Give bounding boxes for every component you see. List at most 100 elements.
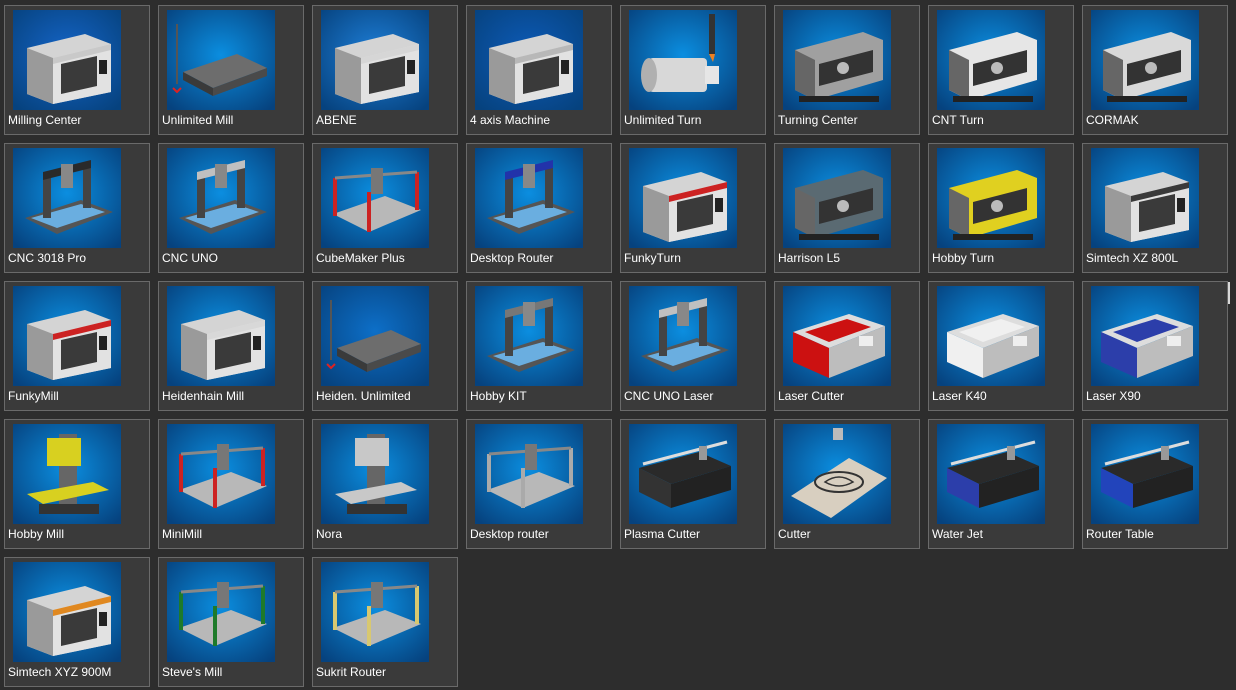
machine-label: Heiden. Unlimited	[316, 389, 411, 403]
plasma-cutter-icon	[629, 424, 737, 524]
machine-label: Desktop router	[470, 527, 549, 541]
machine-tile[interactable]: Desktop router	[466, 419, 612, 549]
machine-label: Turning Center	[778, 113, 858, 127]
machine-tile[interactable]: CNC UNO Laser	[620, 281, 766, 411]
machine-tile[interactable]: Laser X90	[1082, 281, 1228, 411]
machine-label: CubeMaker Plus	[316, 251, 405, 265]
machine-tile[interactable]: Harrison L5	[774, 143, 920, 273]
machine-tile[interactable]: Hobby Mill	[4, 419, 150, 549]
machine-label: FunkyTurn	[624, 251, 681, 265]
funkyturn-icon	[629, 148, 737, 248]
cubemaker-plus-icon	[321, 148, 429, 248]
machine-label: Laser K40	[932, 389, 987, 403]
laser-x90-icon	[1091, 286, 1199, 386]
machine-tile[interactable]: Heiden. Unlimited	[312, 281, 458, 411]
cnc-3018-pro-icon	[13, 148, 121, 248]
hobby-turn-icon	[937, 148, 1045, 248]
machine-grid: Milling Center Unlimited Mill ABENE 4 ax…	[4, 5, 1228, 687]
turning-center-icon	[783, 10, 891, 110]
machine-label: CNT Turn	[932, 113, 984, 127]
machine-label: Desktop Router	[470, 251, 554, 265]
machine-tile[interactable]: MiniMill	[158, 419, 304, 549]
machine-label: Nora	[316, 527, 343, 541]
machine-tile[interactable]: Turning Center	[774, 5, 920, 135]
sukrit-router-icon	[321, 562, 429, 662]
machine-tile[interactable]: Steve's Mill	[158, 557, 304, 687]
machine-label: CNC UNO	[162, 251, 218, 265]
cnc-uno-laser-icon	[629, 286, 737, 386]
machine-tile[interactable]: CNC 3018 Pro	[4, 143, 150, 273]
machine-label: CNC UNO Laser	[624, 389, 714, 403]
water-jet-icon	[937, 424, 1045, 524]
desktop-router-2-icon	[475, 424, 583, 524]
machine-tile[interactable]: Hobby KIT	[466, 281, 612, 411]
machine-tile[interactable]: CORMAK	[1082, 5, 1228, 135]
machine-tile[interactable]: Laser Cutter	[774, 281, 920, 411]
hobby-kit-icon	[475, 286, 583, 386]
machine-label: Water Jet	[932, 527, 983, 541]
machine-label: 4 axis Machine	[470, 113, 551, 127]
unlimited-turn-icon	[629, 10, 737, 110]
machine-tile[interactable]: Cutter	[774, 419, 920, 549]
simtech-xyz-900m-icon	[13, 562, 121, 662]
simtech-xz-800l-icon	[1091, 148, 1199, 248]
machine-tile[interactable]: CNC UNO	[158, 143, 304, 273]
unlimited-mill-icon	[167, 10, 275, 110]
machine-tile[interactable]: 4 axis Machine	[466, 5, 612, 135]
machine-label: Hobby Mill	[8, 527, 65, 541]
machine-tile[interactable]: CNT Turn	[928, 5, 1074, 135]
machine-label: Cutter	[778, 527, 811, 541]
cormak-icon	[1091, 10, 1199, 110]
hobby-mill-icon	[13, 424, 121, 524]
machine-tile[interactable]: Heidenhain Mill	[158, 281, 304, 411]
machine-label: FunkyMill	[8, 389, 59, 403]
machine-tile[interactable]: Sukrit Router	[312, 557, 458, 687]
harrison-l5-icon	[783, 148, 891, 248]
heidenhain-mill-icon	[167, 286, 275, 386]
machine-label: Router Table	[1086, 527, 1154, 541]
machine-tile[interactable]: Unlimited Mill	[158, 5, 304, 135]
heiden-unlimited-icon	[321, 286, 429, 386]
machine-tile[interactable]: Router Table	[1082, 419, 1228, 549]
cutter-icon	[783, 424, 891, 524]
scrollbar-thumb[interactable]	[1228, 282, 1230, 304]
cnt-turn-icon	[937, 10, 1045, 110]
machine-tile[interactable]: FunkyTurn	[620, 143, 766, 273]
machine-label: Hobby Turn	[932, 251, 995, 265]
machine-tile[interactable]: Simtech XZ 800L	[1082, 143, 1228, 273]
machine-label: Laser X90	[1086, 389, 1141, 403]
machine-tile[interactable]: FunkyMill	[4, 281, 150, 411]
machine-tile[interactable]: Milling Center	[4, 5, 150, 135]
machine-label: Heidenhain Mill	[162, 389, 245, 403]
machine-label: Simtech XZ 800L	[1086, 251, 1179, 265]
machine-tile[interactable]: Water Jet	[928, 419, 1074, 549]
router-table-icon	[1091, 424, 1199, 524]
machine-label: Steve's Mill	[162, 665, 223, 679]
machine-label: Plasma Cutter	[624, 527, 701, 541]
machine-label: Milling Center	[8, 113, 82, 127]
machine-label: MiniMill	[162, 527, 202, 541]
nora-icon	[321, 424, 429, 524]
cnc-uno-icon	[167, 148, 275, 248]
steves-mill-icon	[167, 562, 275, 662]
machine-label: Unlimited Mill	[162, 113, 234, 127]
machine-tile[interactable]: Plasma Cutter	[620, 419, 766, 549]
machine-label: Hobby KIT	[470, 389, 527, 403]
desktop-router-icon	[475, 148, 583, 248]
machine-label: Simtech XYZ 900M	[8, 665, 112, 679]
machine-tile[interactable]: Hobby Turn	[928, 143, 1074, 273]
machine-tile[interactable]: Nora	[312, 419, 458, 549]
machine-label: Harrison L5	[778, 251, 841, 265]
machine-tile[interactable]: Desktop Router	[466, 143, 612, 273]
machine-tile[interactable]: Laser K40	[928, 281, 1074, 411]
machine-tile[interactable]: Simtech XYZ 900M	[4, 557, 150, 687]
four-axis-machine-icon	[475, 10, 583, 110]
machine-tile[interactable]: CubeMaker Plus	[312, 143, 458, 273]
laser-k40-icon	[937, 286, 1045, 386]
machine-label: CNC 3018 Pro	[8, 251, 87, 265]
machine-label: Sukrit Router	[316, 665, 387, 679]
machine-tile[interactable]: Unlimited Turn	[620, 5, 766, 135]
milling-center-icon	[13, 10, 121, 110]
machine-label: CORMAK	[1086, 113, 1139, 127]
machine-tile[interactable]: ABENE	[312, 5, 458, 135]
